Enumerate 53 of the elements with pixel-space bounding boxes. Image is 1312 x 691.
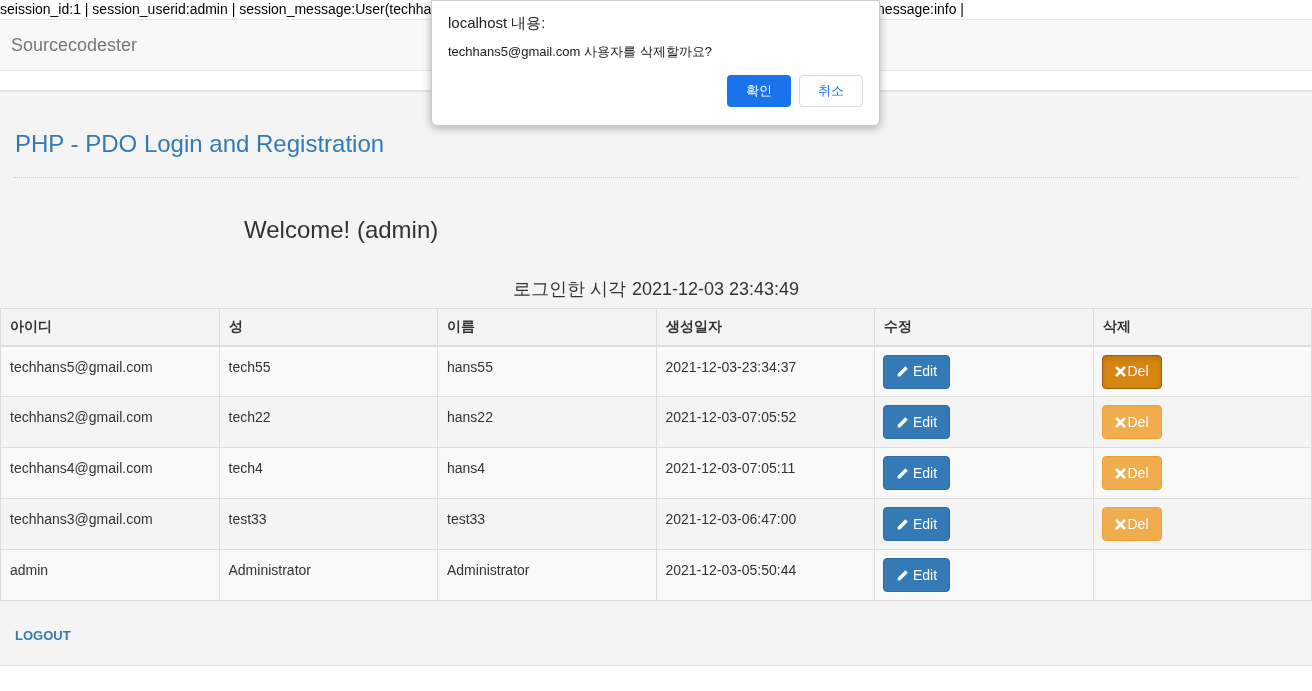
brand-link[interactable]: Sourcecodester [11,31,138,59]
table-cell: tech4 [219,447,438,499]
table-cell: test33 [219,498,438,550]
login-time-label: 로그인한 시각 [512,278,626,300]
debug-text: seission_id:1 | session_userid:admin | session_message:User(techha [0,0,432,19]
table-cell: 2021-12-03-07:05:52 [656,396,875,448]
table-cell: 2021-12-03-07:05:11 [656,447,875,499]
column-header: 아이디 [0,308,219,346]
debug-text: nessage:info | [877,0,964,19]
delete-button[interactable]: Del [1101,354,1162,389]
table-cell: tech22 [219,396,438,448]
table-cell: hans55 [437,345,656,397]
pencil-icon [896,365,909,378]
edit-button[interactable]: Edit [883,558,951,592]
table-cell: techhans3@gmail.com [0,498,219,550]
welcome-heading: Welcome! (admin) [244,216,440,244]
table-cell: techhans5@gmail.com [0,345,219,397]
dialog-message: techhans5@gmail.com 사용자를 삭제할까요? [448,43,713,61]
table-cell: Administrator [219,549,438,601]
logout-link[interactable]: LOGOUT [15,628,71,643]
cancel-button[interactable]: 취소 [799,75,863,107]
table-cell: 2021-12-03-23:34:37 [656,345,875,397]
confirm-button[interactable]: 확인 [727,75,791,107]
pencil-icon [896,568,909,582]
pencil-icon [896,517,909,531]
table-cell: techhans4@gmail.com [0,447,219,499]
column-header: 성 [219,308,438,346]
table-cell: test33 [437,498,656,550]
table-cell: hans22 [437,396,656,448]
edit-button[interactable]: Edit [883,507,951,541]
column-header: 이름 [437,308,656,346]
column-header: 생성일자 [656,308,875,346]
table-cell: 2021-12-03-06:47:00 [656,498,875,550]
table-cell: techhans2@gmail.com [0,396,219,448]
pencil-icon [896,466,909,480]
table-cell: tech55 [219,345,438,397]
edit-button[interactable]: Edit [883,405,951,439]
login-time-value: 2021-12-03 23:43:49 [631,278,800,300]
table-cell: Administrator [437,549,656,601]
edit-button[interactable]: Edit [883,354,951,389]
table-cell: hans4 [437,447,656,499]
column-header: 수정 [874,308,1093,346]
close-icon [1114,467,1126,479]
close-icon [1114,416,1126,428]
close-icon [1114,366,1126,377]
table-cell: 2021-12-03-05:50:44 [656,549,875,601]
edit-button[interactable]: Edit [883,456,951,490]
pencil-icon [896,415,909,429]
table-cell: admin [0,549,219,601]
page-title: PHP - PDO Login and Registration [15,130,386,158]
column-header: 삭제 [1093,308,1312,346]
close-icon [1114,518,1126,530]
dialog-title: localhost 내용: [448,13,547,33]
